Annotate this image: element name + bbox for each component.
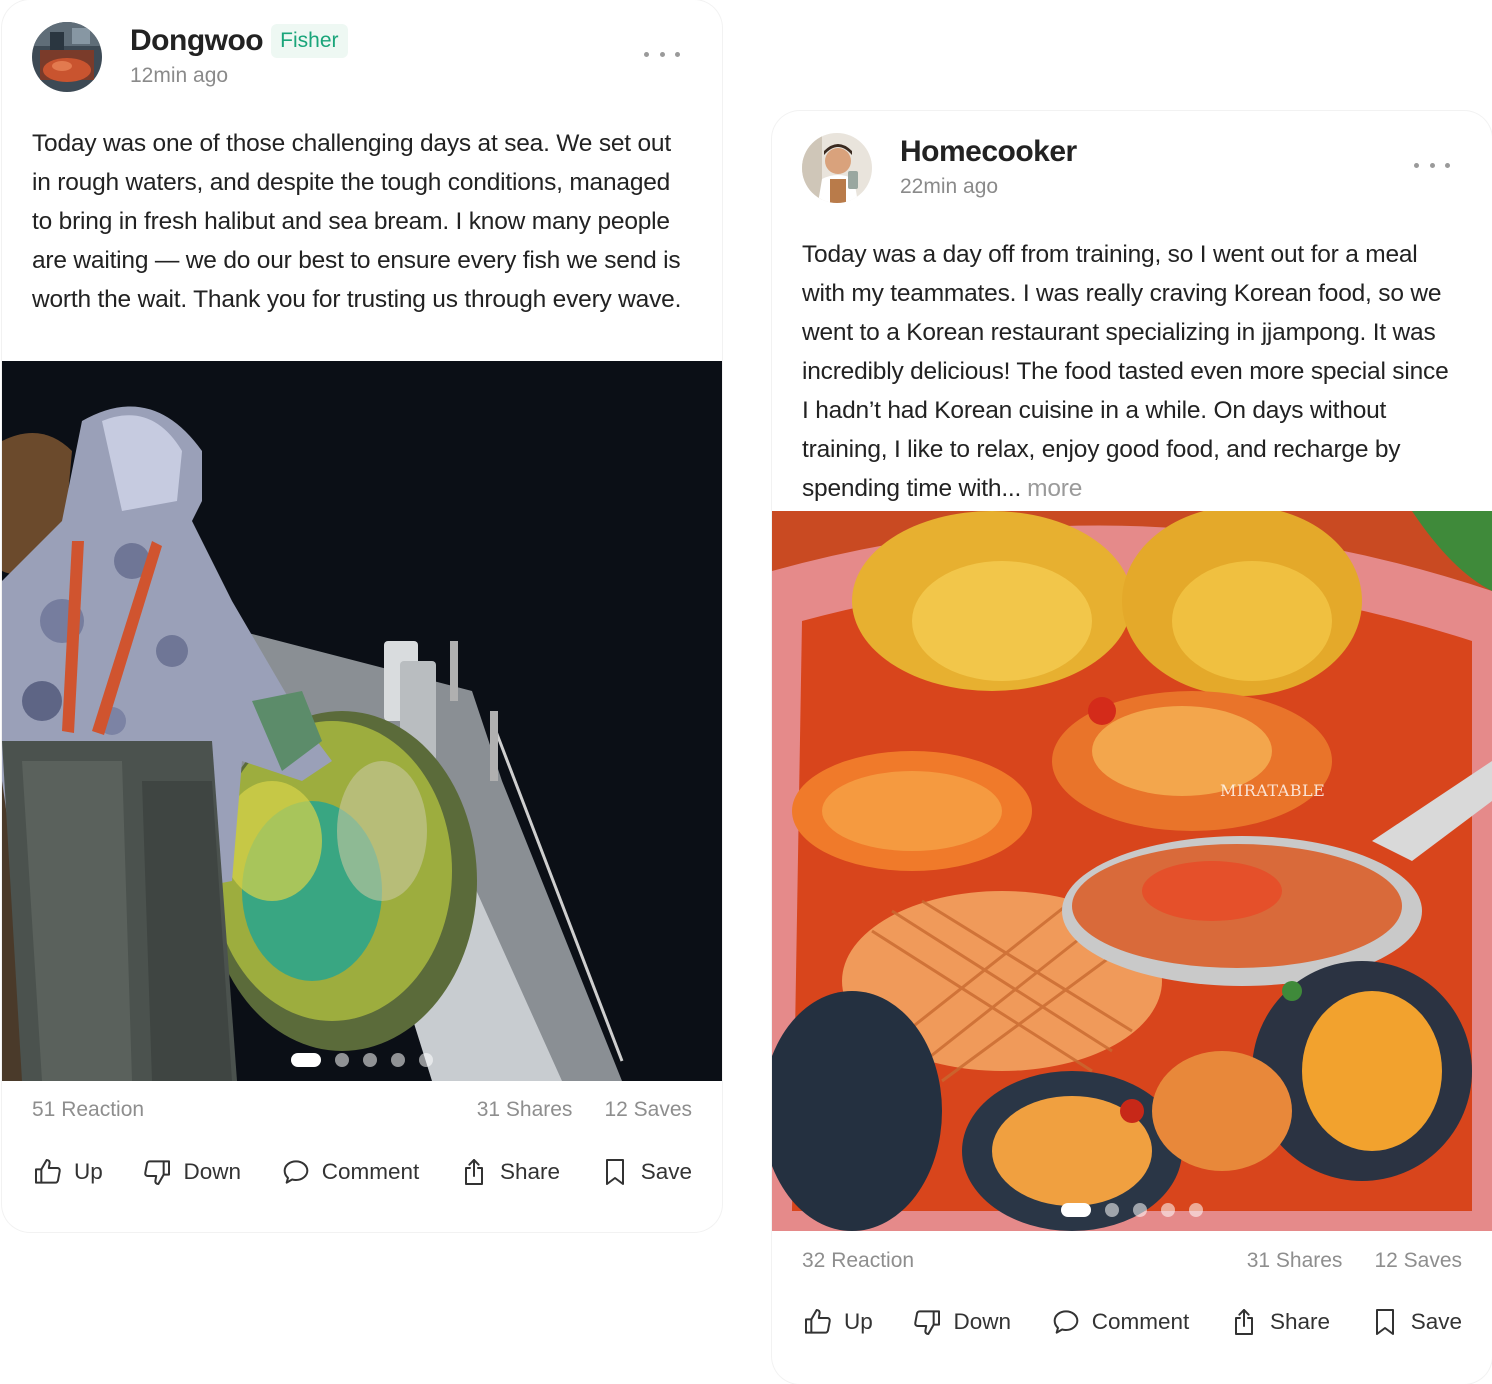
- post-body: Today was one of those challenging days …: [32, 124, 690, 319]
- carousel-dot[interactable]: [1105, 1203, 1119, 1217]
- share-count: 31 Shares: [476, 1098, 573, 1121]
- author-badge: Fisher: [271, 24, 348, 58]
- author-avatar[interactable]: [32, 22, 102, 92]
- post-text: Today was a day off from training, so I …: [802, 241, 1449, 502]
- more-dots-icon[interactable]: [1414, 155, 1450, 175]
- carousel-dot[interactable]: [363, 1053, 377, 1067]
- carousel-dot[interactable]: [335, 1053, 349, 1067]
- share-label: Share: [499, 1159, 560, 1184]
- post-card: Homecooker 22min ago Today was a day off…: [772, 111, 1492, 1384]
- post-text: Today was one of those challenging days …: [32, 130, 682, 313]
- carousel-dot[interactable]: [1189, 1203, 1203, 1217]
- thumbs-up-icon: [32, 1156, 64, 1188]
- comment-icon: [280, 1156, 312, 1188]
- share-icon: [458, 1156, 490, 1188]
- save-label: Save: [1410, 1309, 1462, 1334]
- share-button[interactable]: Share: [458, 1156, 560, 1188]
- carousel-dot[interactable]: [1061, 1203, 1091, 1217]
- comment-button[interactable]: Comment: [280, 1156, 420, 1188]
- reaction-count[interactable]: 32 Reaction: [802, 1249, 914, 1273]
- comment-label: Comment: [1091, 1309, 1190, 1334]
- up-button[interactable]: Up: [32, 1156, 103, 1188]
- post-image-fishing[interactable]: [2, 361, 722, 1081]
- down-button[interactable]: Down: [141, 1156, 241, 1188]
- post-header: Homecooker 22min ago: [802, 133, 1462, 205]
- author-name[interactable]: Homecooker: [900, 135, 1077, 169]
- thumbs-down-icon: [141, 1156, 173, 1188]
- down-label: Down: [183, 1159, 241, 1184]
- author-avatar[interactable]: [802, 133, 872, 203]
- thumbs-down-icon: [911, 1306, 943, 1338]
- post-body: Today was a day off from training, so I …: [802, 235, 1460, 508]
- carousel-dot[interactable]: [1133, 1203, 1147, 1217]
- post-stats: 32 Reaction 31 Shares 12 Saves: [802, 1249, 1462, 1279]
- share-icon: [1228, 1306, 1260, 1338]
- carousel-dots[interactable]: [772, 1203, 1492, 1217]
- action-bar: Up Down Comment Share Save: [802, 1302, 1462, 1342]
- share-label: Share: [1269, 1309, 1330, 1334]
- post-image-jjampong[interactable]: MIRATABLE: [772, 511, 1492, 1231]
- up-label: Up: [74, 1159, 103, 1184]
- carousel-dot[interactable]: [291, 1053, 321, 1067]
- thumbs-up-icon: [802, 1306, 834, 1338]
- save-count: 12 Saves: [1374, 1249, 1462, 1272]
- carousel-dot[interactable]: [391, 1053, 405, 1067]
- more-link[interactable]: more: [1027, 475, 1082, 502]
- action-bar: Up Down Comment Share Save: [32, 1152, 692, 1192]
- share-button[interactable]: Share: [1228, 1306, 1330, 1338]
- post-time: 22min ago: [900, 175, 999, 198]
- post-time: 12min ago: [130, 64, 229, 87]
- carousel-dot[interactable]: [1161, 1203, 1175, 1217]
- down-button[interactable]: Down: [911, 1306, 1011, 1338]
- save-label: Save: [640, 1159, 692, 1184]
- save-count: 12 Saves: [604, 1098, 692, 1121]
- share-count: 31 Shares: [1246, 1249, 1343, 1272]
- post-card: Dongwoo Fisher 12min ago Today was one o…: [2, 0, 722, 1232]
- image-watermark: MIRATABLE: [1220, 781, 1326, 800]
- carousel-dot[interactable]: [419, 1053, 433, 1067]
- save-button[interactable]: Save: [1369, 1306, 1462, 1338]
- bookmark-icon: [599, 1156, 631, 1188]
- post-stats: 51 Reaction 31 Shares 12 Saves: [32, 1098, 692, 1128]
- author-row: Dongwoo Fisher: [130, 24, 348, 58]
- down-label: Down: [953, 1309, 1011, 1334]
- author-row: Homecooker: [900, 135, 1077, 169]
- comment-label: Comment: [321, 1159, 420, 1184]
- comment-icon: [1050, 1306, 1082, 1338]
- more-dots-icon[interactable]: [644, 44, 680, 64]
- up-button[interactable]: Up: [802, 1306, 873, 1338]
- up-label: Up: [844, 1309, 873, 1334]
- post-header: Dongwoo Fisher 12min ago: [32, 22, 692, 94]
- author-name[interactable]: Dongwoo: [130, 24, 264, 58]
- comment-button[interactable]: Comment: [1050, 1306, 1190, 1338]
- carousel-dots[interactable]: [2, 1053, 722, 1067]
- bookmark-icon: [1369, 1306, 1401, 1338]
- save-button[interactable]: Save: [599, 1156, 692, 1188]
- reaction-count[interactable]: 51 Reaction: [32, 1098, 144, 1122]
